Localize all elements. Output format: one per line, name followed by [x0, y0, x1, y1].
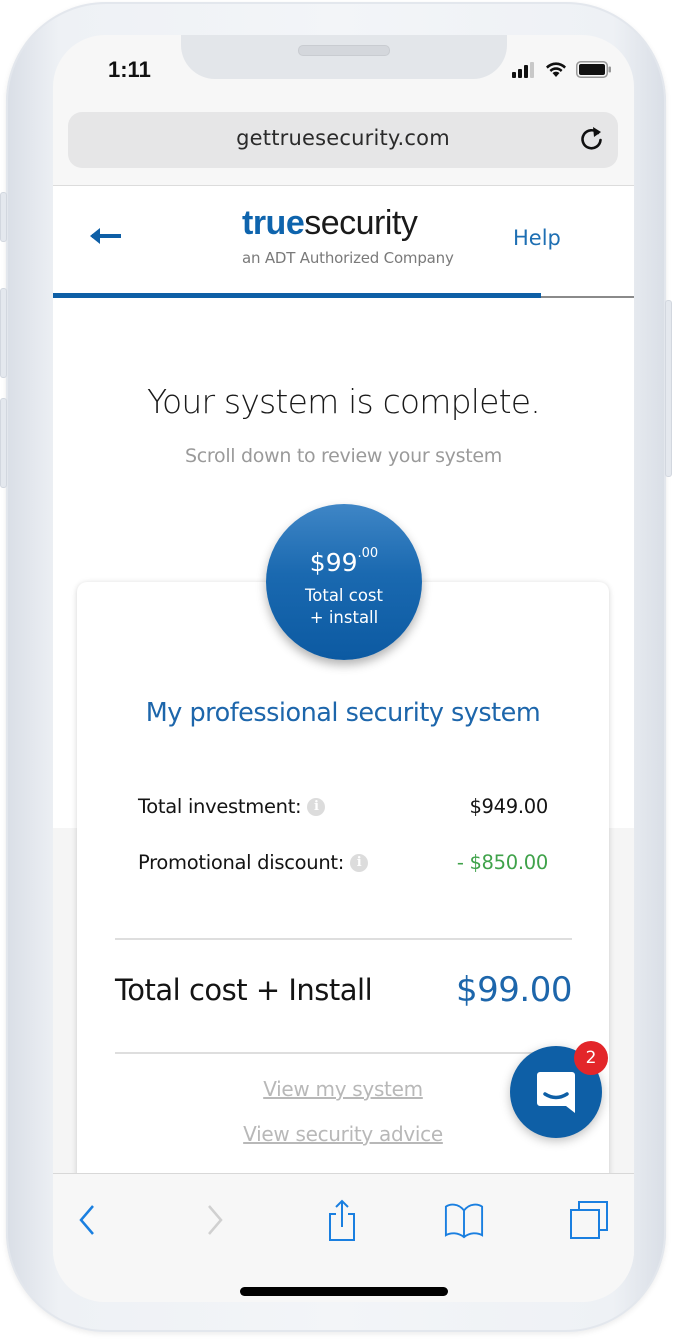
total-investment-value: $949.00: [469, 795, 548, 818]
chat-unread-badge: 2: [574, 1041, 608, 1075]
logo-true: true: [242, 204, 305, 242]
speaker-grille: [298, 45, 390, 56]
back-arrow-icon[interactable]: [89, 224, 123, 248]
badge-price-cents: .00: [357, 546, 379, 561]
browser-forward-button[interactable]: [195, 1198, 235, 1242]
badge-label: Total cost + install: [266, 585, 422, 629]
tabs-icon: [570, 1201, 608, 1239]
logo-security: security: [304, 204, 418, 242]
volume-down-button: [0, 398, 7, 488]
promotional-discount-row: Promotional discount: i - $850.00: [138, 851, 548, 874]
card-title: My professional security system: [145, 698, 541, 728]
badge-label-line1: Total cost: [304, 586, 383, 605]
total-investment-row: Total investment: i $949.00: [138, 795, 548, 818]
promotional-discount-label: Promotional discount:: [138, 851, 345, 874]
reload-icon[interactable]: [578, 125, 606, 153]
help-link[interactable]: Help: [513, 226, 561, 250]
share-button[interactable]: [322, 1198, 362, 1242]
site-logo[interactable]: truesecurity: [242, 204, 418, 243]
wifi-icon: [546, 62, 566, 77]
info-icon[interactable]: i: [307, 797, 326, 816]
price-badge: $99.00 Total cost + install: [266, 504, 422, 660]
logo-tagline: an ADT Authorized Company: [242, 249, 454, 267]
tabs-button[interactable]: [569, 1198, 609, 1242]
address-bar[interactable]: gettruesecurity.com: [68, 112, 618, 168]
chevron-left-icon: [79, 1205, 94, 1235]
site-header: truesecurity an ADT Authorized Company H…: [53, 186, 634, 298]
url-text[interactable]: gettruesecurity.com: [68, 126, 618, 150]
share-icon: [329, 1199, 355, 1241]
bookmarks-icon: [444, 1203, 484, 1239]
screen: 1:11 gettruesecurity.com truesecurity an…: [53, 35, 634, 1302]
page-subtitle: Scroll down to review your system: [185, 445, 502, 467]
chevron-right-icon: [208, 1205, 223, 1235]
badge-price-dollars: $99: [309, 548, 358, 577]
total-cost-label: Total cost + Install: [115, 973, 373, 1007]
page-title: Your system is complete.: [146, 382, 541, 421]
silent-switch: [0, 192, 7, 242]
badge-price: $99.00: [266, 546, 422, 577]
battery-icon: [576, 61, 611, 78]
status-time: 1:11: [108, 57, 151, 82]
divider: [115, 1052, 572, 1054]
info-icon[interactable]: i: [350, 853, 369, 872]
bookmarks-button[interactable]: [444, 1198, 484, 1242]
safari-toolbar: [53, 1173, 634, 1302]
signal-icon: [512, 61, 534, 78]
notch: [181, 35, 507, 79]
phone-frame: 1:11 gettruesecurity.com truesecurity an…: [0, 2, 672, 1332]
total-cost-value: $99.00: [456, 970, 572, 1010]
divider: [115, 938, 572, 940]
home-indicator[interactable]: [240, 1287, 448, 1296]
browser-back-button[interactable]: [67, 1198, 107, 1242]
progress-fill: [53, 293, 542, 298]
power-button: [665, 300, 672, 477]
badge-label-line2: + install: [309, 608, 379, 627]
promotional-discount-value: - $850.00: [456, 851, 548, 874]
total-cost-row: Total cost + Install $99.00: [115, 970, 572, 1010]
total-investment-label: Total investment:: [138, 795, 302, 818]
web-page: truesecurity an ADT Authorized Company H…: [53, 185, 634, 1202]
volume-up-button: [0, 288, 7, 378]
status-icons: [512, 61, 612, 78]
